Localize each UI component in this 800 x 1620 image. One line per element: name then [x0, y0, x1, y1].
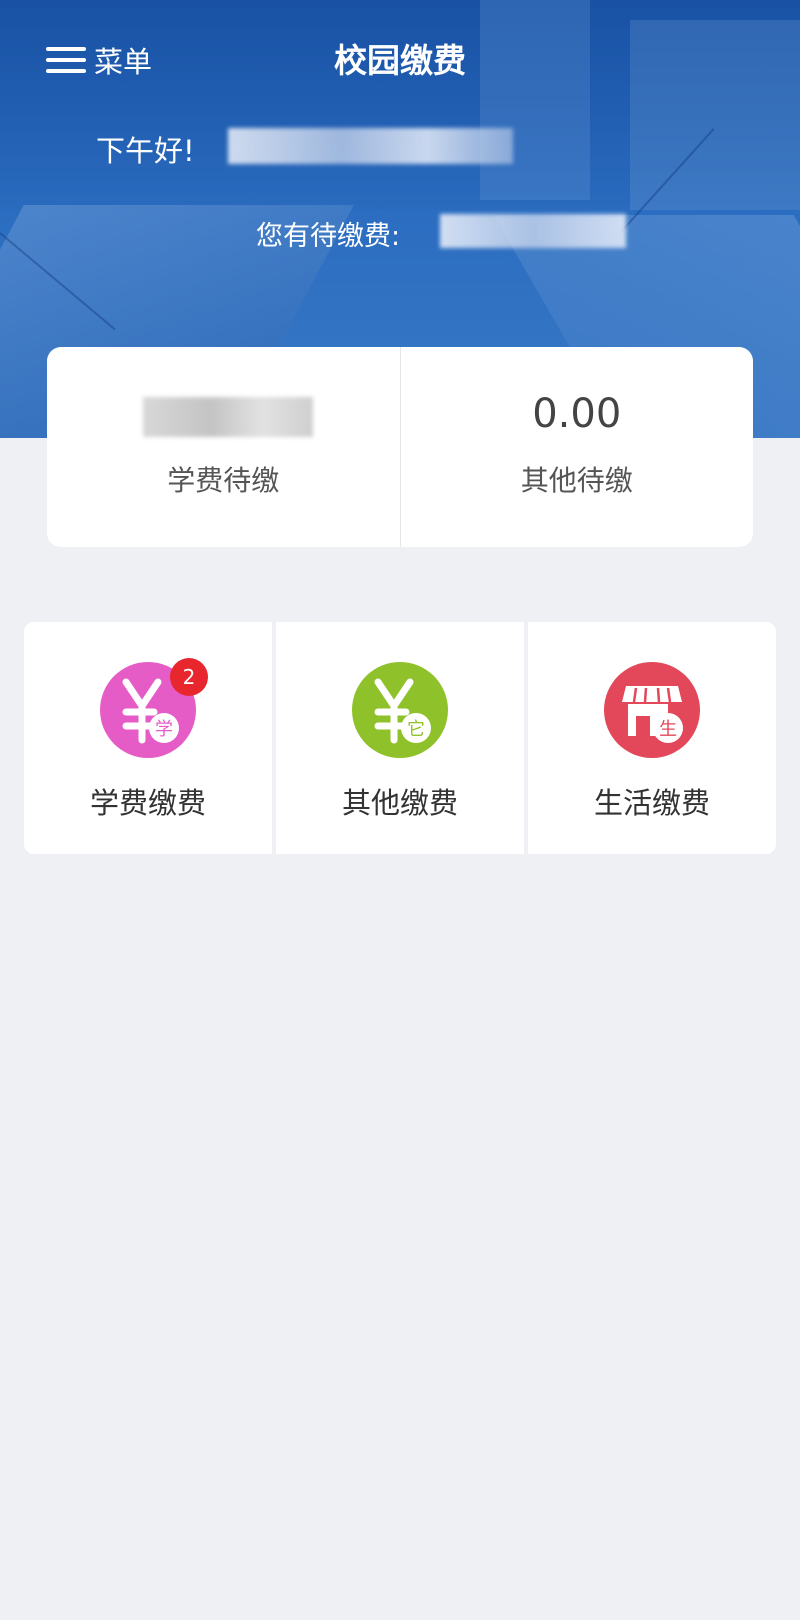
tuition-amount-redacted: [143, 397, 313, 437]
other-pending-amount: 0.00: [532, 391, 622, 437]
life-icon-char: 生: [659, 719, 677, 740]
notification-badge: 2: [170, 658, 208, 696]
tuition-payment-tile[interactable]: 学 2 学费缴费: [24, 622, 272, 854]
store-icon: 生: [604, 662, 700, 758]
other-yen-icon: 它: [352, 662, 448, 758]
other-pending[interactable]: 0.00 其他待缴: [399, 347, 754, 547]
greeting-text: 下午好!: [96, 134, 195, 168]
user-name-redacted: [228, 128, 513, 164]
other-pending-label: 其他待缴: [520, 464, 633, 497]
service-grid: 学 2 学费缴费 它 其他缴费 生 生活缴费: [24, 622, 776, 854]
tuition-yen-icon: 学 2: [100, 658, 208, 758]
banner-building: [480, 0, 590, 200]
life-payment-tile[interactable]: 生 生活缴费: [528, 622, 776, 854]
other-payment-label: 其他缴费: [341, 786, 458, 820]
pending-summary-card: 学费待缴 0.00 其他待缴: [47, 347, 753, 547]
other-payment-tile[interactable]: 它 其他缴费: [276, 622, 524, 854]
tuition-pending-label: 学费待缴: [167, 464, 280, 497]
pending-fee-label: 您有待缴费:: [256, 221, 401, 252]
tuition-icon-char: 学: [155, 719, 173, 740]
page-title: 校园缴费: [334, 41, 466, 80]
pending-amount-redacted: [440, 214, 626, 248]
page: 菜单 校园缴费 下午好! 您有待缴费: 学费待缴 0.00 其他待缴 学 2 学…: [0, 0, 800, 1620]
tuition-payment-label: 学费缴费: [89, 786, 206, 820]
tuition-pending[interactable]: 学费待缴: [47, 347, 400, 547]
other-icon-char: 它: [407, 719, 425, 740]
life-payment-label: 生活缴费: [593, 786, 710, 820]
